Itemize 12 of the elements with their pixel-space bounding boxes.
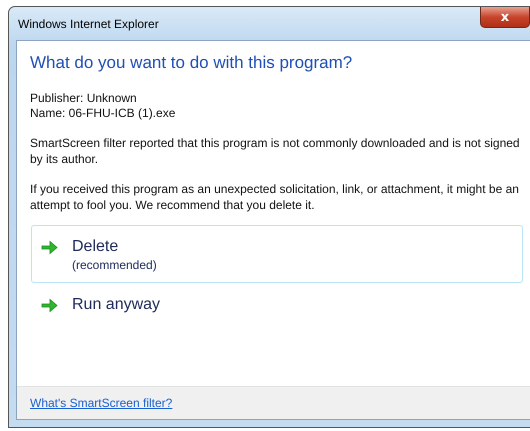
dialog-heading: What do you want to do with this program? <box>30 53 354 73</box>
option-button[interactable]: Run anyway <box>31 283 523 325</box>
arrow-icon <box>41 240 58 255</box>
help-link[interactable]: What's SmartScreen filter? <box>30 396 172 410</box>
message-text: SmartScreen filter reported that this program is not commonly downloaded and is not signed by its author. <box>30 135 521 167</box>
message-text: If you received this program as an unexpected solicitation, link, or attachment, it might be an attempt to fool you. We recommend that you delete it. <box>30 181 520 213</box>
detail-text: Publisher: Unknown <box>30 91 138 106</box>
window-title: Windows Internet Explorer <box>18 16 159 30</box>
close-button[interactable]: x <box>480 7 530 28</box>
arrow-icon <box>41 298 58 313</box>
detail-text: Name: 06-FHU-ICB (1).exe <box>30 106 176 121</box>
option-button[interactable]: Delete (recommended) <box>31 225 523 283</box>
